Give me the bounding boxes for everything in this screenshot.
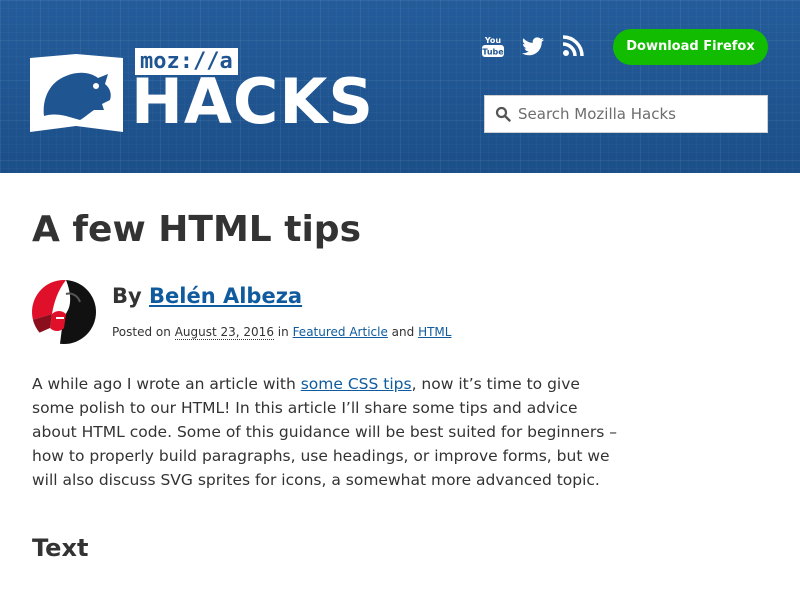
author-link[interactable]: Belén Albeza [149,284,302,308]
twitter-link[interactable] [520,33,546,59]
search-box[interactable] [484,95,768,133]
twitter-icon [522,37,544,56]
svg-text:Tube: Tube [482,48,504,57]
intro-text-start: A while ago I wrote an article with [32,375,296,393]
byline-prefix: By [112,284,142,308]
hacks-wordmark: HACKS [131,65,375,138]
social-links: You Tube [480,33,586,59]
post-date: August 23, 2016 [174,325,274,340]
author-avatar[interactable] [32,280,96,344]
category-html-link[interactable]: HTML [418,325,451,339]
in-label: in [277,325,289,339]
and-label: and [391,325,415,339]
article: A few HTML tips By Belén Albeza Posted o… [32,173,632,564]
download-firefox-button[interactable]: Download Firefox [613,29,768,65]
category-featured-article-link[interactable]: Featured Article [293,325,388,339]
section-heading-text: Text [32,534,89,562]
site-header: moz://a HACKS You Tube Download Firefox [0,0,800,173]
search-input[interactable] [518,96,758,132]
mozilla-hacks-logo[interactable]: moz://a HACKS [30,48,373,136]
posted-on-label: Posted on [112,325,171,339]
youtube-link[interactable]: You Tube [480,33,506,59]
svg-text:You: You [484,36,502,45]
rss-icon [562,35,584,57]
article-title: A few HTML tips [32,209,361,250]
post-meta: Posted on August 23, 2016 in Featured Ar… [112,323,451,341]
intro-paragraph: A while ago I wrote an article with some… [32,372,624,492]
rss-link[interactable] [560,33,586,59]
css-tips-link[interactable]: some CSS tips [301,375,412,393]
byline: By Belén Albeza Posted on August 23, 201… [32,280,632,348]
youtube-icon: You Tube [482,36,504,57]
author-avatar-image [32,280,96,344]
author-line: By Belén Albeza [112,282,302,310]
dinosaur-icon [30,54,123,132]
search-icon [495,106,511,122]
